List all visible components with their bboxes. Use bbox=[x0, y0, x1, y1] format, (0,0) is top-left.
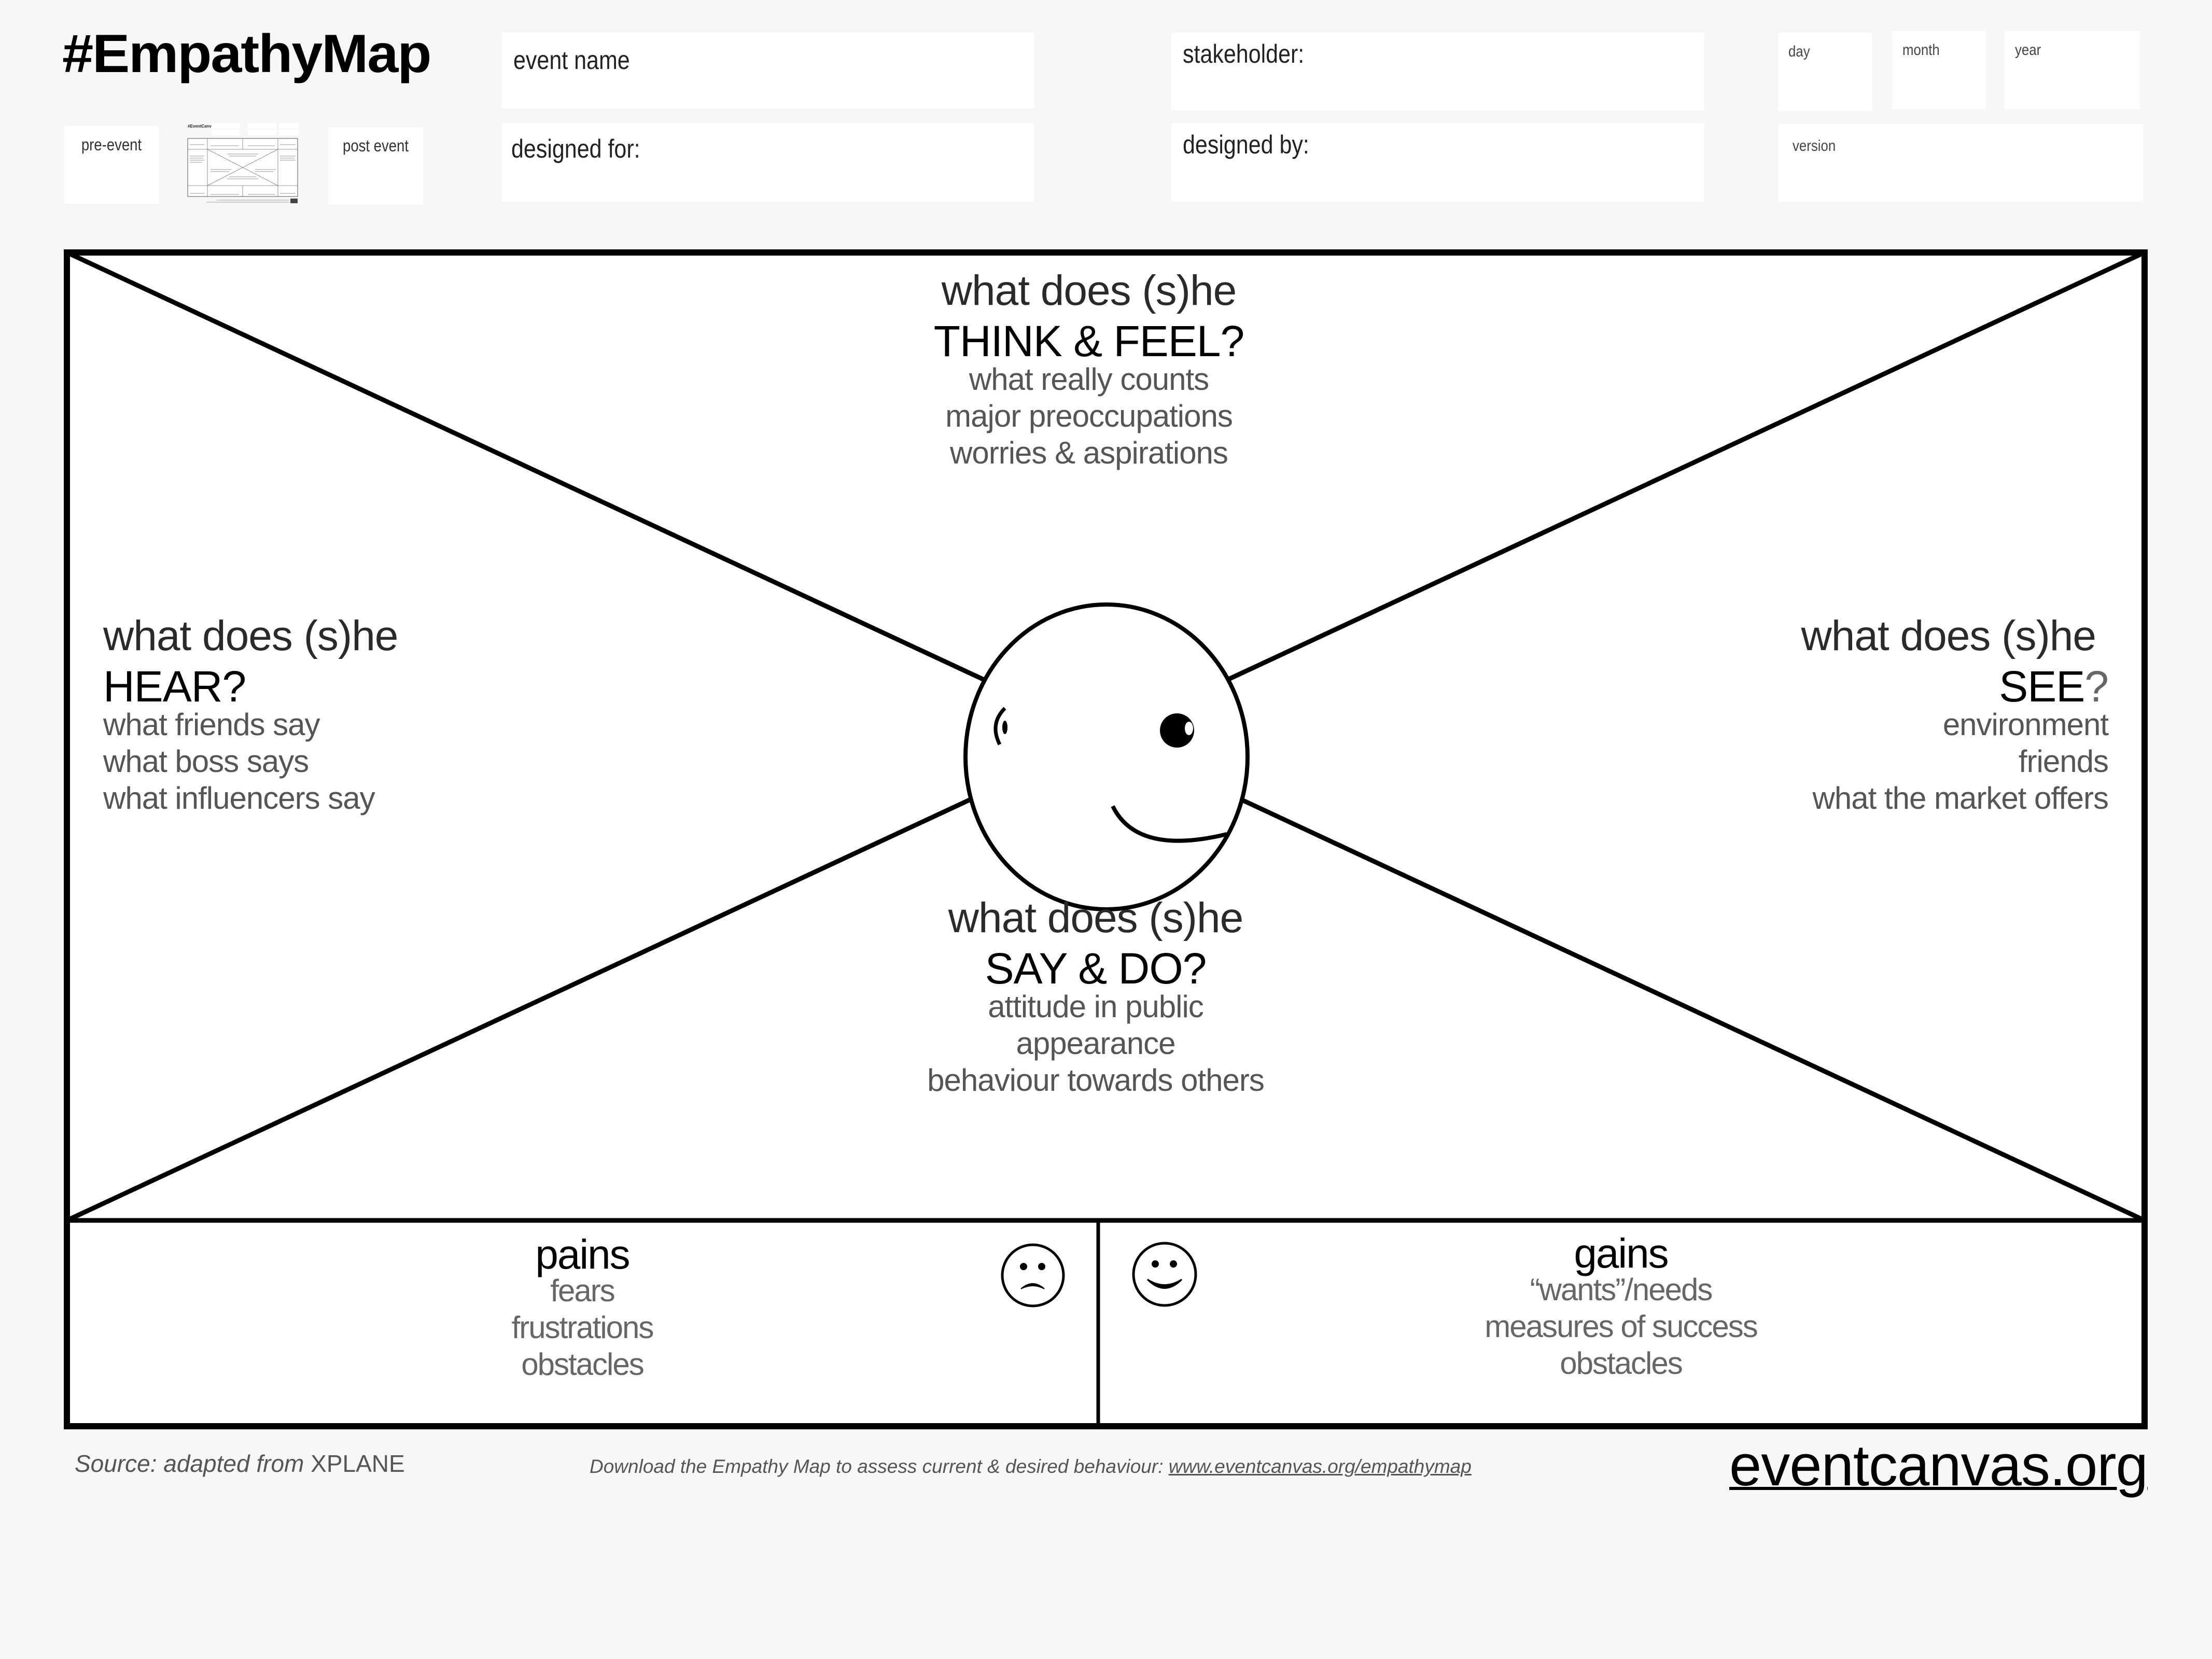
stakeholder-field[interactable]: stakeholder: bbox=[1171, 33, 1704, 110]
designed-by-field[interactable]: designed by: bbox=[1171, 123, 1704, 202]
hear-item: what influencers say bbox=[103, 781, 375, 816]
think-feel-item: worries & aspirations bbox=[950, 435, 1228, 470]
gains-heading: gains bbox=[1574, 1230, 1669, 1276]
gains-item: measures of success bbox=[1485, 1309, 1758, 1344]
stakeholder-label: stakeholder: bbox=[1183, 39, 1305, 68]
pains-section[interactable]: pains fears frustrations obstacles bbox=[511, 1231, 654, 1386]
post-event-label: post event bbox=[343, 136, 409, 155]
gains-item: “wants”/needs bbox=[1530, 1272, 1713, 1307]
say-do-item: attitude in public bbox=[988, 989, 1204, 1024]
see-item: what the market offers bbox=[1812, 781, 2109, 816]
think-feel-item: major preoccupations bbox=[945, 399, 1233, 433]
pre-event-box[interactable]: pre-event bbox=[64, 126, 159, 204]
gains-item: obstacles bbox=[1560, 1346, 1683, 1381]
source-name: XPLANE bbox=[311, 1450, 405, 1477]
see-heading: SEE bbox=[1999, 662, 2085, 711]
version-label: version bbox=[1793, 137, 1836, 154]
see-section[interactable]: what does (s)he SEE? environment friends… bbox=[1801, 612, 2109, 820]
see-question-mark: ? bbox=[2084, 662, 2109, 711]
say-do-heading: SAY & DO? bbox=[985, 944, 1207, 993]
source-prefix: Source: adapted from bbox=[75, 1450, 304, 1477]
think-feel-heading: THINK & FEEL? bbox=[933, 317, 1245, 365]
designed-for-field[interactable]: designed for: bbox=[502, 123, 1034, 202]
day-label: day bbox=[1788, 43, 1810, 60]
think-feel-lead: what does (s)he bbox=[941, 267, 1237, 314]
event-canvas-thumbnail-image: #EventCanvas bbox=[186, 121, 300, 206]
download-link[interactable]: www.eventcanvas.org/empathymap bbox=[1169, 1456, 1472, 1477]
pre-event-label: pre-event bbox=[81, 135, 142, 154]
say-do-item: behaviour towards others bbox=[927, 1063, 1265, 1098]
designed-for-label: designed for: bbox=[511, 134, 640, 163]
winking-face-icon bbox=[963, 602, 1250, 911]
hear-heading: HEAR? bbox=[103, 662, 246, 711]
source-credit: Source: adapted from XPLANE bbox=[75, 1450, 405, 1478]
day-field[interactable]: day bbox=[1778, 33, 1872, 111]
hear-lead: what does (s)he bbox=[103, 612, 398, 659]
hear-item: what boss says bbox=[103, 744, 309, 779]
month-label: month bbox=[1902, 41, 1940, 59]
event-name-label: event name bbox=[513, 46, 630, 75]
say-do-section[interactable]: what does (s)he SAY & DO? attitude in pu… bbox=[927, 894, 1265, 1102]
hear-item: what friends say bbox=[103, 707, 320, 742]
think-feel-section[interactable]: what does (s)he THINK & FEEL? what reall… bbox=[933, 267, 1245, 474]
hear-section[interactable]: what does (s)he HEAR? what friends say w… bbox=[103, 615, 398, 820]
pains-item: fears bbox=[550, 1273, 615, 1308]
see-lead: what does (s)he bbox=[1801, 612, 2096, 659]
month-field[interactable]: month bbox=[1892, 31, 1986, 109]
see-heading-row: SEE? bbox=[1801, 662, 2109, 711]
happy-face-icon bbox=[1132, 1242, 1197, 1307]
gains-section[interactable]: gains “wants”/needs measures of success … bbox=[1485, 1230, 1758, 1385]
sad-face-icon bbox=[1001, 1243, 1065, 1307]
event-canvas-thumbnail[interactable]: #EventCanvas bbox=[186, 121, 300, 206]
version-field[interactable]: version bbox=[1778, 124, 2143, 202]
year-field[interactable]: year bbox=[2005, 31, 2140, 109]
see-item: environment bbox=[1942, 707, 2109, 742]
pains-item: obstacles bbox=[521, 1347, 644, 1382]
post-event-box[interactable]: post event bbox=[328, 127, 423, 205]
page-title: #EmpathyMap bbox=[62, 24, 431, 84]
pains-item: frustrations bbox=[511, 1310, 654, 1345]
say-do-item: appearance bbox=[1016, 1026, 1176, 1061]
download-note: Download the Empathy Map to assess curre… bbox=[590, 1456, 1472, 1478]
download-text: Download the Empathy Map to assess curre… bbox=[590, 1456, 1164, 1477]
think-feel-item: what really counts bbox=[969, 362, 1209, 397]
see-item: friends bbox=[2018, 744, 2109, 779]
year-label: year bbox=[2015, 41, 2041, 59]
designed-by-label: designed by: bbox=[1183, 130, 1309, 159]
event-name-field[interactable]: event name bbox=[502, 33, 1034, 108]
pains-heading: pains bbox=[535, 1231, 630, 1277]
say-do-lead: what does (s)he bbox=[948, 894, 1243, 941]
brand-link[interactable]: eventcanvas.org bbox=[1729, 1432, 2148, 1499]
